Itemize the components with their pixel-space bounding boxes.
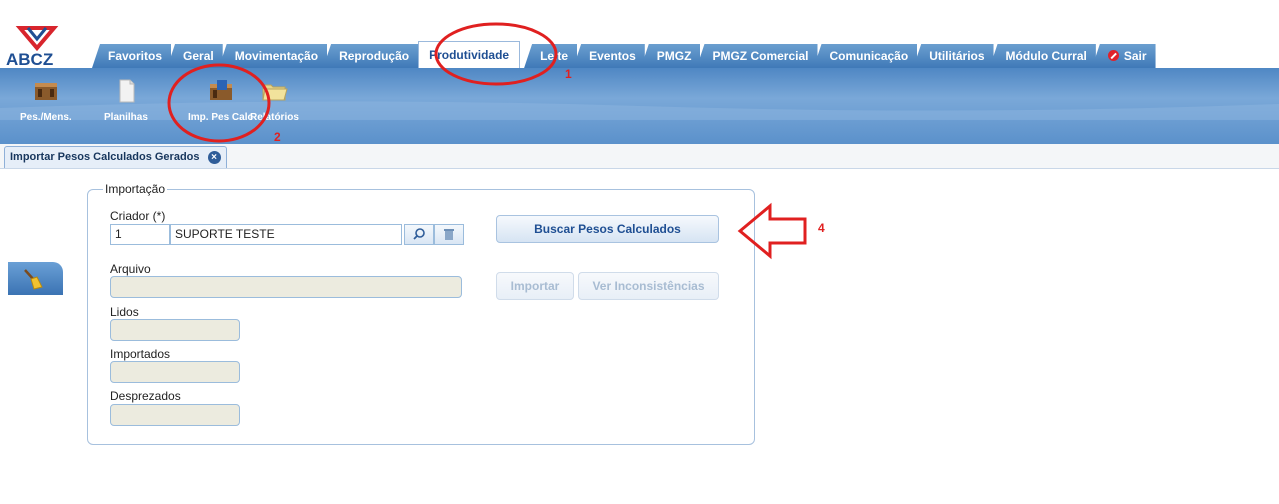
tab-movimenta-o[interactable]: Movimentação [218, 44, 328, 68]
lidos-field [110, 319, 240, 341]
toolbar-item-label: Pes./Mens. [20, 112, 72, 123]
tab-label: Favoritos [108, 49, 163, 63]
desprezados-field [110, 404, 240, 426]
toolbar-item-label: Planilhas [104, 112, 148, 123]
tab-label: Sair [1123, 49, 1147, 63]
tab-label: Utilitários [929, 49, 985, 63]
document-icon [112, 78, 140, 104]
search-icon [413, 228, 425, 240]
tab-favoritos[interactable]: Favoritos [92, 44, 172, 68]
lidos-label: Lidos [110, 305, 139, 319]
tab-pmgz-comercial[interactable]: PMGZ Comercial [696, 44, 818, 68]
toolbar-item-relatorios[interactable]: Relatórios [250, 78, 299, 123]
page-tab-importar-pesos[interactable]: Importar Pesos Calculados Gerados × [4, 146, 227, 168]
tab-utilit-rios[interactable]: Utilitários [913, 44, 994, 68]
tab-label: PMGZ Comercial [712, 49, 809, 63]
buscar-pesos-calculados-button[interactable]: Buscar Pesos Calculados [496, 215, 719, 243]
desprezados-label: Desprezados [110, 389, 181, 403]
criador-code-input[interactable]: 1 [110, 224, 170, 245]
tab-label: Movimentação [234, 49, 319, 63]
top-navigation-bar: ABCZ Favoritos Geral Movimentação Reproduçã… [0, 0, 1279, 69]
tab-label: Reprodução [339, 49, 410, 63]
tab-label: Produtividade [429, 48, 510, 62]
annotation-number-4: 4 [818, 221, 825, 235]
annotation-number-1: 1 [565, 67, 572, 81]
page-tab-label: Importar Pesos Calculados Gerados [10, 151, 200, 163]
arquivo-label: Arquivo [110, 262, 151, 276]
tab-label: PMGZ [656, 49, 692, 63]
importados-field [110, 361, 240, 383]
tab-label: Geral [183, 49, 214, 63]
logo-text: ABCZ [6, 50, 54, 69]
tab-leite[interactable]: Leite [524, 44, 578, 68]
folder-icon [260, 78, 289, 104]
main-tabs: Favoritos Geral Movimentação Reprodução Prod… [92, 41, 1156, 68]
page-tab-bar: Importar Pesos Calculados Gerados × [0, 144, 1279, 169]
import-scale-icon [207, 78, 235, 104]
criador-name-input[interactable]: SUPORTE TESTE [170, 224, 402, 245]
tab-pmgz[interactable]: PMGZ [640, 44, 701, 68]
toolbar-item-imp-pes-calc[interactable]: Imp. Pes Calc [188, 78, 253, 123]
tab-sair[interactable]: Sair [1091, 44, 1156, 68]
toolbar-item-pes-mens[interactable]: Pes./Mens. [20, 78, 72, 123]
tab-eventos[interactable]: Eventos [573, 44, 645, 68]
importar-button[interactable]: Importar [496, 272, 574, 300]
tab-comunica-o[interactable]: Comunicação [813, 44, 918, 68]
ver-inconsistencias-button[interactable]: Ver Inconsistências [578, 272, 719, 300]
tab-label: Comunicação [829, 49, 909, 63]
search-button[interactable] [404, 224, 434, 245]
scale-icon [32, 78, 60, 104]
fieldset-legend: Importação [103, 182, 168, 196]
broom-icon [24, 269, 43, 290]
tab-label: Leite [540, 49, 569, 63]
toolbar: Pes./Mens. Planilhas Imp. Pes Calc Relat… [0, 68, 1279, 144]
tab-geral[interactable]: Geral [167, 44, 223, 68]
annotation-number-2: 2 [274, 130, 281, 144]
arquivo-field[interactable] [110, 276, 462, 298]
trash-icon [444, 229, 454, 240]
stop-icon [1107, 50, 1119, 61]
tab-produtividade[interactable]: Produtividade [418, 41, 521, 68]
toolbar-item-label: Relatórios [250, 112, 299, 123]
toolbar-item-label: Imp. Pes Calc [188, 112, 254, 123]
clear-button[interactable] [434, 224, 464, 245]
toolbar-item-planilhas[interactable]: Planilhas [104, 78, 148, 123]
side-panel-handle[interactable] [8, 262, 63, 295]
tab-reprodu-o[interactable]: Reprodução [323, 44, 419, 68]
tab-label: Eventos [589, 49, 636, 63]
close-icon[interactable]: × [207, 151, 221, 164]
criador-label: Criador (*) [110, 209, 166, 223]
tab-m-dulo-curral[interactable]: Módulo Curral [989, 44, 1096, 68]
tab-label: Módulo Curral [1005, 49, 1087, 63]
importados-label: Importados [110, 347, 171, 361]
